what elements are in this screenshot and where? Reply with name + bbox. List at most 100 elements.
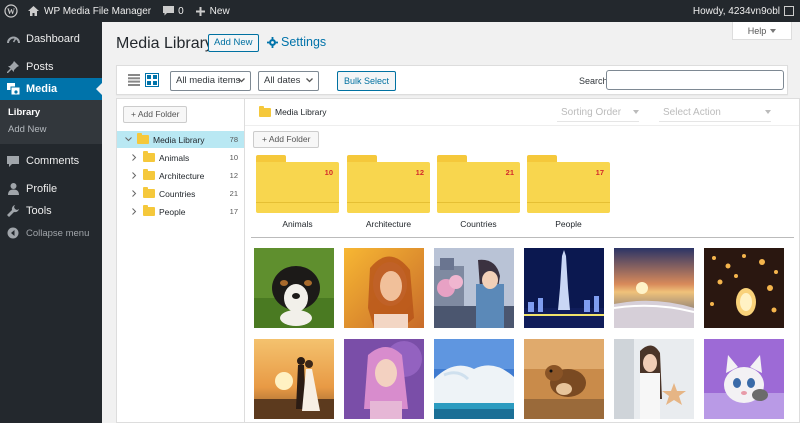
- menu-label: Media: [26, 83, 58, 95]
- tree-item-label: Media Library: [153, 134, 205, 145]
- add-new-button[interactable]: Add New: [208, 34, 259, 52]
- sorting-order-label: Sorting Order: [561, 107, 622, 118]
- folder-icon: [143, 205, 155, 216]
- comments-link[interactable]: 0: [157, 0, 190, 22]
- svg-text:W: W: [7, 7, 15, 16]
- caret-down-icon: [633, 110, 639, 114]
- wordpress-logo-icon[interactable]: W: [0, 0, 22, 22]
- comments-count: 0: [178, 5, 184, 17]
- menu-label: Profile: [26, 183, 58, 195]
- menu-posts[interactable]: Posts: [0, 56, 102, 78]
- breadcrumb-bar: Media Library Sorting Order Select Actio…: [245, 99, 799, 126]
- beach-sunset-photo[interactable]: [614, 248, 694, 328]
- menu-profile[interactable]: Profile: [0, 178, 102, 200]
- menu-label: Dashboard: [26, 33, 80, 45]
- kitten-photo[interactable]: [704, 339, 784, 419]
- folder-count: 10: [324, 168, 333, 177]
- grid-view-icon[interactable]: [145, 73, 159, 87]
- woman-star-lamp-photo[interactable]: [614, 339, 694, 419]
- folder-card-animals[interactable]: 10 Animals: [256, 155, 339, 229]
- tree-add-folder-button[interactable]: + Add Folder: [123, 106, 188, 123]
- menu-dashboard[interactable]: Dashboard: [0, 28, 102, 50]
- menu-label: Comments: [26, 155, 80, 167]
- waterfall-photo[interactable]: [434, 339, 514, 419]
- chevron-right-icon[interactable]: [129, 208, 139, 215]
- collapse-menu-button[interactable]: Collapse menu: [0, 222, 102, 244]
- sky-lanterns-photo[interactable]: [704, 248, 784, 328]
- folder-name: People: [555, 219, 582, 229]
- chevron-right-icon[interactable]: [129, 190, 139, 197]
- add-folder-label: Add Folder: [137, 109, 180, 119]
- sorting-order-select[interactable]: Sorting Order: [557, 104, 639, 122]
- menu-comments[interactable]: Comments: [0, 150, 102, 172]
- chevron-right-icon[interactable]: [129, 154, 139, 161]
- add-folder-button[interactable]: + Add Folder: [253, 131, 320, 148]
- woman-sunlight-photo[interactable]: [344, 248, 424, 328]
- folder-name: Architecture: [365, 219, 412, 229]
- gear-icon: [267, 36, 278, 48]
- folder-icon: [143, 151, 155, 162]
- caret-down-icon: [770, 28, 777, 33]
- folder-card-people[interactable]: 17 People: [527, 155, 610, 229]
- menu-tools[interactable]: Tools: [0, 200, 102, 222]
- child-city-photo[interactable]: [434, 248, 514, 328]
- date-filter[interactable]: All dates: [258, 71, 319, 91]
- breadcrumb[interactable]: Media Library: [259, 105, 327, 117]
- avatar: [784, 6, 794, 16]
- add-folder-label: Add Folder: [268, 134, 311, 144]
- wrench-icon: [6, 204, 20, 218]
- tree-item-count: 17: [229, 207, 238, 216]
- page-title: Media Library: [116, 35, 213, 52]
- folder-card-countries[interactable]: 21 Countries: [437, 155, 520, 229]
- site-name-link[interactable]: WP Media File Manager: [22, 0, 157, 22]
- tree-item-count: 78: [229, 135, 238, 144]
- bulk-select-button[interactable]: Bulk Select: [337, 71, 397, 91]
- folder-icon: [137, 133, 149, 144]
- media-type-filter[interactable]: All media items: [170, 71, 251, 91]
- folder-card-architecture[interactable]: 12 Architecture: [347, 155, 430, 229]
- wedding-sunset-photo[interactable]: [254, 339, 334, 419]
- dashboard-icon: [6, 32, 20, 46]
- menu-label: Collapse menu: [26, 227, 90, 239]
- chevron-down-icon[interactable]: [123, 137, 133, 142]
- burj-khalifa-photo[interactable]: [524, 248, 604, 328]
- search-label: Search: [579, 76, 608, 86]
- puppy-photo[interactable]: [254, 248, 334, 328]
- tree-item-animals[interactable]: Animals 10: [117, 149, 244, 166]
- search-input[interactable]: [606, 70, 784, 90]
- media-icon: [6, 82, 20, 96]
- submenu-library[interactable]: Library: [0, 104, 102, 121]
- admin-sidebar: Dashboard Posts Media Library Add New Co…: [0, 22, 102, 423]
- settings-link[interactable]: Settings: [267, 35, 326, 49]
- plus-icon: [195, 6, 205, 16]
- site-name: WP Media File Manager: [44, 5, 152, 17]
- tree-item-architecture[interactable]: Architecture 12: [117, 167, 244, 184]
- tree-item-count: 12: [229, 171, 238, 180]
- greeting-text: Howdy, 4234vn9obl: [692, 5, 780, 17]
- date-value: All dates: [264, 75, 301, 86]
- chevron-right-icon[interactable]: [129, 172, 139, 179]
- select-action-select[interactable]: Select Action: [659, 104, 771, 122]
- media-type-value: All media items: [176, 75, 241, 86]
- folder-tree-panel: + Add Folder Media Library 78 Animals 10…: [116, 98, 245, 423]
- menu-media[interactable]: Media: [0, 78, 102, 100]
- folder-icon: [143, 187, 155, 198]
- tree-item-label: Countries: [159, 188, 196, 199]
- collapse-icon: [6, 226, 20, 240]
- woman-pink-hair-photo[interactable]: [344, 339, 424, 419]
- squirrel-photo[interactable]: [524, 339, 604, 419]
- submenu-add-new[interactable]: Add New: [0, 121, 102, 138]
- tree-item-countries[interactable]: Countries 21: [117, 185, 244, 202]
- media-toolbar: All media items All dates Bulk Select Se…: [116, 65, 788, 95]
- my-account-link[interactable]: Howdy, 4234vn9obl: [687, 0, 800, 22]
- new-content-link[interactable]: New: [190, 0, 236, 22]
- tree-item-people[interactable]: People 17: [117, 203, 244, 220]
- tree-item-media-library[interactable]: Media Library 78: [117, 131, 244, 148]
- media-submenu: Library Add New: [0, 100, 102, 144]
- comment-icon: [6, 154, 20, 168]
- settings-label: Settings: [281, 35, 327, 49]
- list-view-icon[interactable]: [128, 74, 140, 86]
- pin-icon: [6, 60, 20, 74]
- menu-label: Tools: [26, 205, 52, 217]
- help-tab[interactable]: Help: [732, 22, 792, 40]
